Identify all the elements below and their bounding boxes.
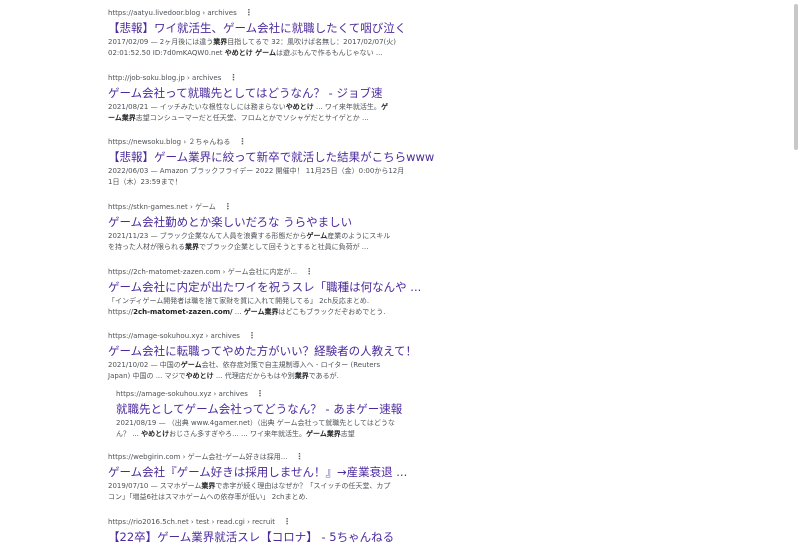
result-snippet: 2017/02/09 — 2ヶ月後には違う業界目指してるで 32：風吹けば名無し… bbox=[108, 37, 408, 59]
snippet-text: で赤字が続く理由はなぜか？「スイッチの任天堂、カプ bbox=[215, 482, 391, 490]
result-url: http://job-soku.blog.jp › archives ⋮ bbox=[108, 73, 408, 83]
result-title-link[interactable]: ゲーム会社に内定が出たワイを祝うスレ「職種は何なんや ... bbox=[108, 280, 421, 295]
snippet-text: ... bbox=[232, 308, 244, 316]
result-url: https://amage-sokuhou.xyz › archives ⋮ bbox=[108, 331, 408, 341]
snippet-highlight: やめとけ bbox=[185, 372, 214, 380]
result-url: https://amage-sokuhou.xyz › archives ⋮ bbox=[116, 389, 416, 399]
result-snippet: 2021/10/02 — 中国のゲーム会社、依存症対策で自主規制導入へ - ロイ… bbox=[108, 360, 408, 382]
more-options-icon[interactable]: ⋮ bbox=[248, 331, 256, 340]
result-snippet: 2021/11/23 — ブラック企業なんて人員を浪費する形態だからゲーム産業の… bbox=[108, 231, 408, 253]
snippet-text: を持った人材が限られる bbox=[108, 243, 185, 251]
snippet-text: 2021/10/02 — 中国の bbox=[108, 361, 181, 369]
result-title-link[interactable]: ゲーム会社『ゲーム好きは採用しません！』→産業衰退 ... bbox=[108, 465, 408, 480]
search-result-sub: https://amage-sokuhou.xyz › archives ⋮ 就職… bbox=[116, 389, 416, 440]
result-cite-text: https://aatyu.livedoor.blog › archives bbox=[108, 9, 237, 17]
snippet-text: 「インディゲーム開発者は職を捨て家財を質に入れて開発してる」 2ch反応まとめ. bbox=[108, 297, 370, 305]
more-options-icon[interactable]: ⋮ bbox=[229, 73, 237, 82]
snippet-highlight: やめとけ bbox=[141, 430, 170, 438]
snippet-text: であるが. bbox=[308, 372, 339, 380]
snippet-highlight: やめとけ ゲーム bbox=[224, 49, 276, 57]
result-title-link[interactable]: ゲーム会社に転職ってやめた方がいい？経験者の人教えて！ bbox=[108, 344, 417, 359]
result-snippet: 2022/06/03 — Amazon ブラックフライデー 2022 開催中！ … bbox=[108, 166, 408, 188]
snippet-highlight: ゲーム業界 bbox=[243, 308, 279, 316]
result-cite-text: https://newsoku.blog › ２ちゃんねる bbox=[108, 138, 231, 146]
snippet-text: おじさん多すぎやろ... ... ワイ来年就活生。 bbox=[169, 430, 306, 438]
snippet-highlight: ゲ bbox=[380, 103, 388, 111]
result-snippet: 2021/08/19 — （出典 www.4gamer.net）（出典 ゲーム会… bbox=[116, 418, 416, 440]
more-options-icon[interactable]: ⋮ bbox=[295, 452, 303, 461]
result-cite-text: https://rio2016.5ch.net › test › read.cg… bbox=[108, 518, 275, 526]
snippet-text: 目指してるで 32：風吹けば名無し：2017/02/07(火) bbox=[227, 38, 396, 46]
result-cite-text: https://amage-sokuhou.xyz › archives bbox=[116, 390, 248, 398]
snippet-highlight: 業界 bbox=[213, 38, 228, 46]
snippet-text: でブラック企業として回そうとすると社員に負荷が ... bbox=[199, 243, 369, 251]
result-cite-text: https://webgirin.com › ゲーム会社-ゲーム好きは採用... bbox=[108, 453, 288, 461]
result-snippet: 「インディゲーム開発者は職を捨て家財を質に入れて開発してる」 2ch反応まとめ.… bbox=[108, 296, 408, 318]
snippet-text: 産業のようにスキル bbox=[327, 232, 391, 240]
result-title-link[interactable]: 【悲報】ゲーム業界に絞って新卒で就活した結果がこちらwww bbox=[108, 150, 434, 165]
snippet-highlight: ゲーム bbox=[306, 232, 328, 240]
snippet-text: 2022/06/03 — Amazon ブラックフライデー 2022 開催中！ … bbox=[108, 167, 405, 175]
snippet-highlight: ゲーム bbox=[180, 361, 202, 369]
snippet-highlight: 業界 bbox=[294, 372, 309, 380]
snippet-text: ... ワイ来年就活生。 bbox=[313, 103, 381, 111]
more-options-icon[interactable]: ⋮ bbox=[238, 137, 246, 146]
snippet-text: 会社、依存症対策で自主規制導入へ - ロイター (Reuters bbox=[201, 361, 381, 369]
snippet-text: ... 代理店だからもはや別 bbox=[213, 372, 295, 380]
search-result: https://newsoku.blog › ２ちゃんねる ⋮ 【悲報】ゲーム業界… bbox=[108, 137, 434, 188]
result-url: https://newsoku.blog › ２ちゃんねる ⋮ bbox=[108, 137, 408, 147]
snippet-highlight: ゲーム業界 bbox=[305, 430, 341, 438]
result-title-link[interactable]: ゲーム会社勤めとか楽しいだろな うらやましい bbox=[108, 215, 408, 230]
snippet-highlight: 業界 bbox=[201, 482, 216, 490]
snippet-text: 2019/07/10 — スマホゲーム bbox=[108, 482, 202, 490]
more-options-icon[interactable]: ⋮ bbox=[256, 389, 264, 398]
search-result: https://amage-sokuhou.xyz › archives ⋮ ゲー… bbox=[108, 331, 417, 382]
result-snippet: 2021/08/21 — イッチみたいな根性なしには務まらないやめとけ ... … bbox=[108, 102, 408, 124]
snippet-text: 志望 bbox=[340, 430, 355, 438]
snippet-highlight: ーム業界 bbox=[108, 114, 136, 122]
result-cite-text: http://job-soku.blog.jp › archives bbox=[108, 74, 222, 82]
search-result: https://2ch-matomet-zazen.com › ゲーム会社に内定… bbox=[108, 267, 421, 318]
more-options-icon[interactable]: ⋮ bbox=[245, 8, 253, 17]
result-url: https://stkn-games.net › ゲーム ⋮ bbox=[108, 202, 408, 212]
result-title-link[interactable]: 就職先としてゲーム会社ってどうなん？ - あまゲー速報 bbox=[116, 402, 416, 417]
more-options-icon[interactable]: ⋮ bbox=[283, 517, 291, 526]
more-options-icon[interactable]: ⋮ bbox=[305, 267, 313, 276]
search-result: https://webgirin.com › ゲーム会社-ゲーム好きは採用...… bbox=[108, 452, 408, 503]
result-cite-text: https://stkn-games.net › ゲーム bbox=[108, 203, 216, 211]
result-title-link[interactable]: 【22卒】ゲーム業界就活スレ【コロナ】 - 5ちゃんねる bbox=[108, 530, 408, 545]
result-snippet: 2019/07/10 — スマホゲーム業界で赤字が続く理由はなぜか？「スイッチの… bbox=[108, 481, 408, 503]
result-url: https://aatyu.livedoor.blog › archives ⋮ bbox=[108, 8, 408, 18]
snippet-highlight: 業界 bbox=[185, 243, 199, 251]
snippet-text: 志望コンシューマーだと任天堂、フロムとかでソシャゲだとサイゲとか ... bbox=[135, 114, 369, 122]
search-result: https://aatyu.livedoor.blog › archives ⋮ … bbox=[108, 8, 408, 59]
page-scrollbar[interactable] bbox=[794, 4, 798, 150]
snippet-text: ん？ ... bbox=[116, 430, 142, 438]
result-url: https://webgirin.com › ゲーム会社-ゲーム好きは採用...… bbox=[108, 452, 408, 462]
result-cite-text: https://amage-sokuhou.xyz › archives bbox=[108, 332, 240, 340]
snippet-text: 2021/08/19 — （出典 www.4gamer.net）（出典 ゲーム会… bbox=[116, 419, 395, 427]
snippet-text: 2021/11/23 — ブラック企業なんて人員を浪費する形態だから bbox=[108, 232, 307, 240]
snippet-text: https:// bbox=[108, 308, 134, 316]
result-title-link[interactable]: ゲーム会社って就職先としてはどうなん？ - ジョブ速 bbox=[108, 86, 408, 101]
snippet-highlight: 2ch-matomet-zazen.com/ bbox=[133, 308, 233, 316]
result-title-link[interactable]: 【悲報】ワイ就活生、ゲーム会社に就職したくて咽び泣く bbox=[108, 21, 408, 36]
snippet-text: コン」「増益6社はスマホゲームへの依存率が低い」 2chまとめ. bbox=[108, 493, 308, 501]
snippet-text: 1日（木）23:59まで！ bbox=[108, 178, 182, 186]
snippet-text: 2021/08/21 — イッチみたいな根性なしには務まらない bbox=[108, 103, 286, 111]
search-result: https://rio2016.5ch.net › test › read.cg… bbox=[108, 517, 408, 545]
snippet-text: 02:01:52.50 ID:7d0mKAQW0.net bbox=[108, 49, 225, 57]
result-url: https://2ch-matomet-zazen.com › ゲーム会社に内定… bbox=[108, 267, 408, 277]
snippet-text: は遊ぶもんで作るもんじゃない ... bbox=[275, 49, 383, 57]
search-result: http://job-soku.blog.jp › archives ⋮ ゲーム会… bbox=[108, 73, 408, 124]
result-cite-text: https://2ch-matomet-zazen.com › ゲーム会社に内定… bbox=[108, 268, 298, 276]
snippet-text: Japan) 中国の ... マジで bbox=[108, 372, 186, 380]
snippet-highlight: やめとけ bbox=[285, 103, 314, 111]
snippet-text: はどこもブラックだぞおめでとう. bbox=[278, 308, 386, 316]
result-url: https://rio2016.5ch.net › test › read.cg… bbox=[108, 517, 408, 527]
snippet-text: 2017/02/09 — 2ヶ月後には違う bbox=[108, 38, 214, 46]
search-result: https://stkn-games.net › ゲーム ⋮ ゲーム会社勤めとか楽… bbox=[108, 202, 408, 253]
more-options-icon[interactable]: ⋮ bbox=[224, 202, 232, 211]
